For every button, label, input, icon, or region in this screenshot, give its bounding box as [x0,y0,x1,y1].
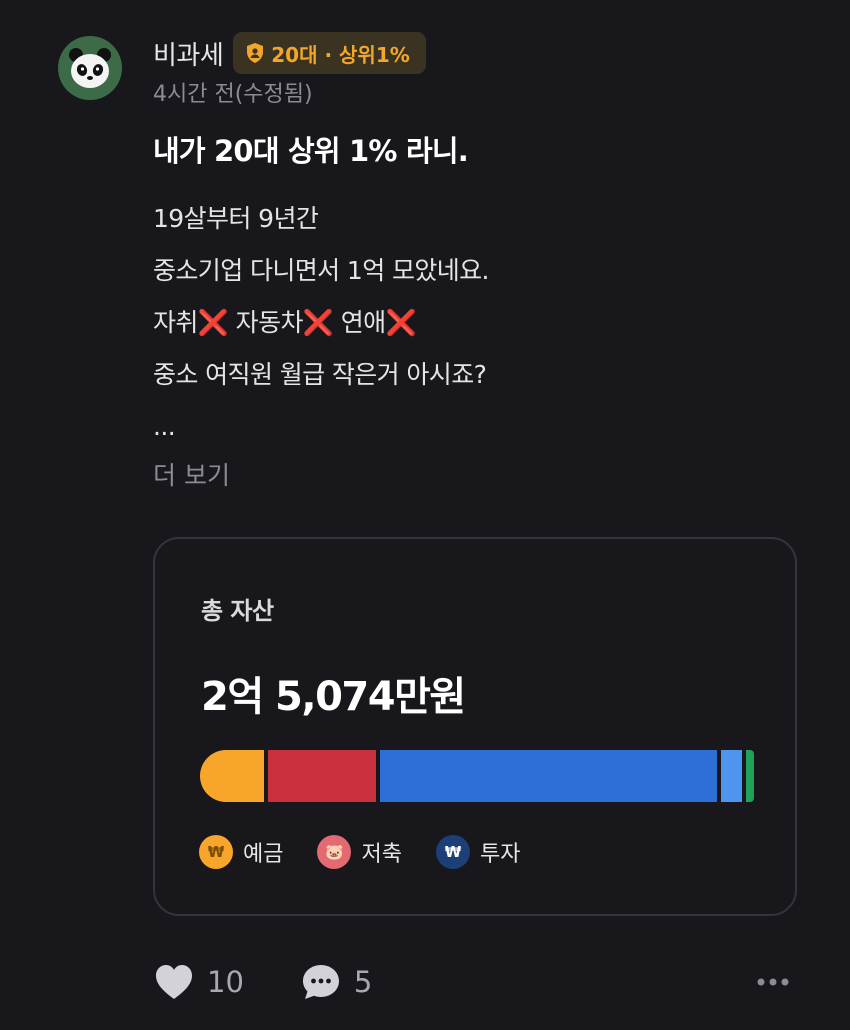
post-timestamp: 4시간 전(수정됨) [153,82,313,107]
bar-segment-예금 [200,750,264,802]
body-line: ... [153,412,176,441]
legend-label: 예금 [243,842,284,867]
bar-segment-extra-1 [721,750,742,802]
panda-icon [69,48,111,88]
heart-icon [156,965,192,999]
won-coin-icon: ₩ [199,835,233,869]
badge-text: 20대 · 상위1% [271,42,410,67]
asset-legend: ₩ 예금 🐷 저축 ₩ 투자 [199,835,554,869]
post-body: 19살부터 9년간 중소기업 다니면서 1억 모았네요. 자취❌ 자동차❌ 연애… [153,198,490,458]
asset-composition-bar [200,750,754,802]
won-chart-icon: ₩ [435,835,470,869]
body-line: 자취❌ 자동차❌ 연애❌ [153,308,417,337]
piggy-bank-icon: 🐷 [317,835,352,869]
asset-label: 총 자산 [201,597,274,625]
post-actions: 10 5 [153,960,794,1004]
bar-segment-투자 [380,750,717,802]
asset-total: 2억 5,074만원 [201,674,466,720]
like-count: 10 [207,965,244,999]
asset-card[interactable]: 총 자산 2억 5,074만원 ₩ 예금 🐷 저축 ₩ 투자 [153,537,797,916]
legend-item: 🐷 저축 [317,835,402,869]
post-header: 비과세 20대 · 상위1% 4시간 전(수정됨) [153,32,426,108]
author-name[interactable]: 비과세 [153,35,224,72]
post-title: 내가 20대 상위 1% 라니. [153,134,469,168]
read-more-link[interactable]: 더 보기 [153,456,230,492]
body-line: 19살부터 9년간 [153,204,319,233]
post-page: 비과세 20대 · 상위1% 4시간 전(수정됨) 내가 20대 상위 1% 라… [0,0,850,1030]
comment-button[interactable]: 5 [300,962,372,1002]
ellipsis-icon [757,978,789,986]
more-options-button[interactable] [756,970,790,998]
comment-count: 5 [353,965,373,999]
body-line: 중소기업 다니면서 1억 모았네요. [153,256,490,285]
bar-segment-extra-2 [746,750,754,802]
avatar[interactable] [58,36,122,100]
bar-segment-저축 [268,750,376,802]
body-line: 중소 여직원 월급 작은거 아시죠? [153,360,487,389]
legend-label: 투자 [479,842,521,867]
legend-label: 저축 [361,842,402,867]
legend-item: ₩ 투자 [435,835,521,869]
speech-bubble-icon [302,965,339,999]
shield-person-icon [247,43,264,63]
rank-badge[interactable]: 20대 · 상위1% [233,32,426,74]
like-button[interactable]: 10 [153,962,244,1002]
legend-item: ₩ 예금 [199,835,283,869]
